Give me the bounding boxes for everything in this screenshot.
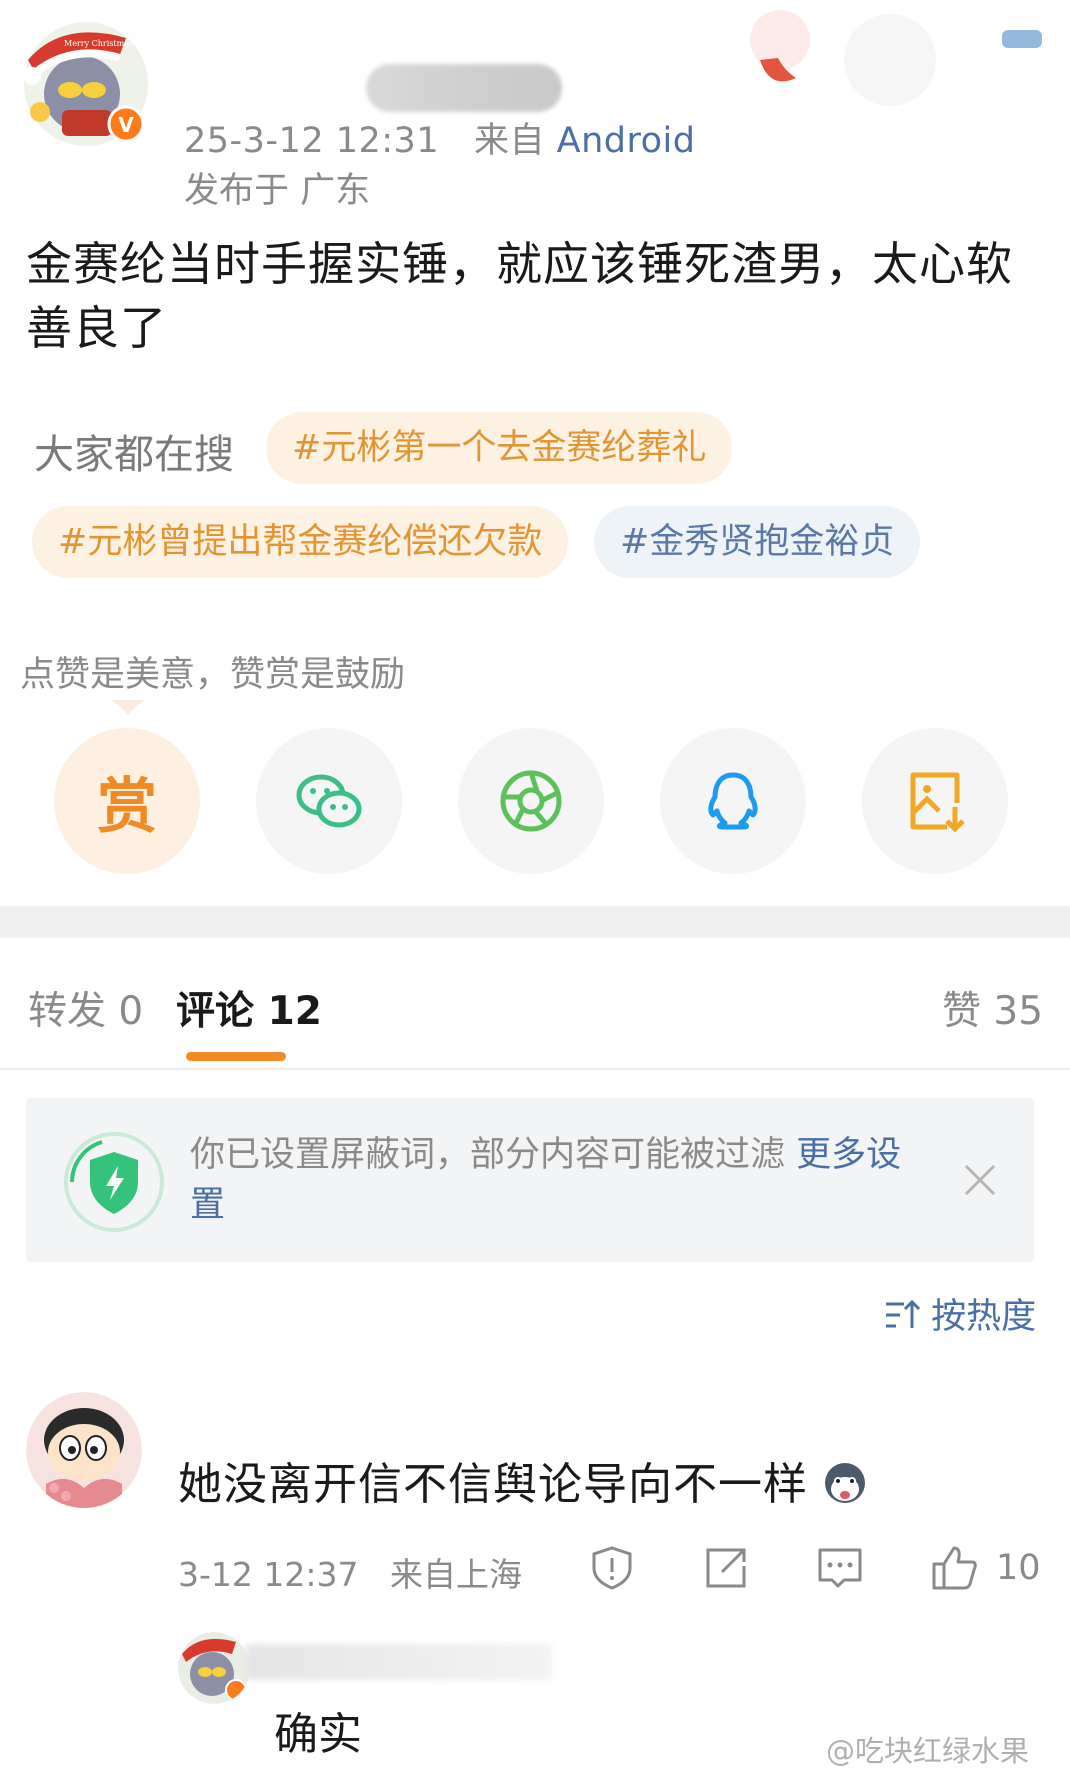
commenter-avatar[interactable] — [26, 1392, 142, 1508]
comment-text: 她没离开信不信舆论导向不一样 — [178, 1459, 808, 1510]
sort-by-hot-button[interactable]: 按热度 — [884, 1288, 1036, 1339]
trending-search-label: 大家都在搜 — [34, 432, 234, 478]
comment-meta: 3-12 12:37 来自上海 — [178, 1548, 522, 1596]
report-icon[interactable] — [588, 1544, 636, 1592]
reward-icon: 赏 — [97, 771, 157, 842]
share-qq-button[interactable] — [660, 728, 806, 874]
active-tab-indicator — [186, 1052, 286, 1061]
save-image-icon — [910, 772, 965, 833]
trending-tag[interactable]: #元彬曾提出帮金赛纶偿还欠款 — [32, 506, 569, 578]
share-moments-button[interactable] — [458, 728, 604, 874]
reward-button[interactable]: 赏 — [54, 728, 200, 874]
avatar-hat-text: Merry Christmas — [64, 39, 133, 48]
thumbs-up-icon[interactable] — [930, 1544, 978, 1592]
wechat-icon — [296, 774, 362, 828]
reply-author-avatar[interactable] — [178, 1632, 250, 1704]
qq-icon — [708, 772, 758, 830]
verified-badge-icon: V — [118, 113, 134, 137]
author-name-redacted[interactable] — [366, 64, 562, 112]
trending-tag[interactable]: #元彬第一个去金赛纶葬礼 — [266, 412, 733, 484]
praise-hint-pointer — [112, 700, 144, 714]
tab-comments[interactable]: 评论 12 — [176, 980, 322, 1036]
shield-icon — [64, 1132, 164, 1232]
reply-avatar-image — [178, 1632, 250, 1704]
comment-like-count: 10 — [996, 1548, 1041, 1588]
commenter-avatar-image — [26, 1392, 142, 1508]
praise-hint: 点赞是美意，赞赏是鼓励 — [20, 655, 406, 695]
reply-body: 确实 — [274, 1709, 362, 1760]
post-from-label: 来自 — [473, 121, 545, 161]
moments-icon — [500, 770, 562, 832]
comment-location: 来自上海 — [389, 1555, 522, 1594]
sort-icon — [886, 1299, 921, 1328]
post-body: 金赛纶当时手握实锤，就应该锤死渣男，太心软善良了 — [26, 237, 1013, 355]
husky-emoji-icon — [825, 1463, 865, 1503]
post-meta: 25-3-12 12:31 来自 Android — [184, 112, 695, 163]
card-decoration-icon — [750, 10, 1042, 106]
post-time: 25-3-12 12:31 — [184, 121, 440, 161]
tab-repost[interactable]: 转发 0 — [28, 980, 143, 1036]
comment-body: 她没离开信不信舆论导向不一样 — [178, 1448, 867, 1512]
tab-likes[interactable]: 赞 35 — [942, 980, 1043, 1036]
trending-tag[interactable]: #金秀贤抱金裕贞 — [594, 506, 921, 578]
post-source: Android — [556, 121, 696, 161]
sort-label: 按热度 — [931, 1297, 1037, 1337]
filter-notice-message: 你已设置屏蔽词，部分内容可能被过滤 — [190, 1135, 797, 1175]
share-comment-icon[interactable] — [702, 1544, 750, 1592]
author-avatar[interactable]: Merry Christmas V — [22, 20, 150, 148]
section-divider — [0, 906, 1070, 938]
save-image-button[interactable] — [862, 728, 1008, 874]
share-wechat-button[interactable] — [256, 728, 402, 874]
author-avatar-image: Merry Christmas V — [23, 22, 148, 146]
reply-author-name-redacted[interactable] — [246, 1644, 552, 1680]
watermark: @吃块红绿水果 — [826, 1734, 1030, 1768]
reply-icon[interactable] — [816, 1544, 864, 1592]
close-icon[interactable] — [960, 1160, 1000, 1200]
tab-divider — [0, 1068, 1070, 1070]
post-location: 发布于 广东 — [184, 171, 371, 211]
filter-notice-text: 你已设置屏蔽词，部分内容可能被过滤 更多设置 — [190, 1130, 930, 1230]
comment-time: 3-12 12:37 — [178, 1555, 359, 1594]
